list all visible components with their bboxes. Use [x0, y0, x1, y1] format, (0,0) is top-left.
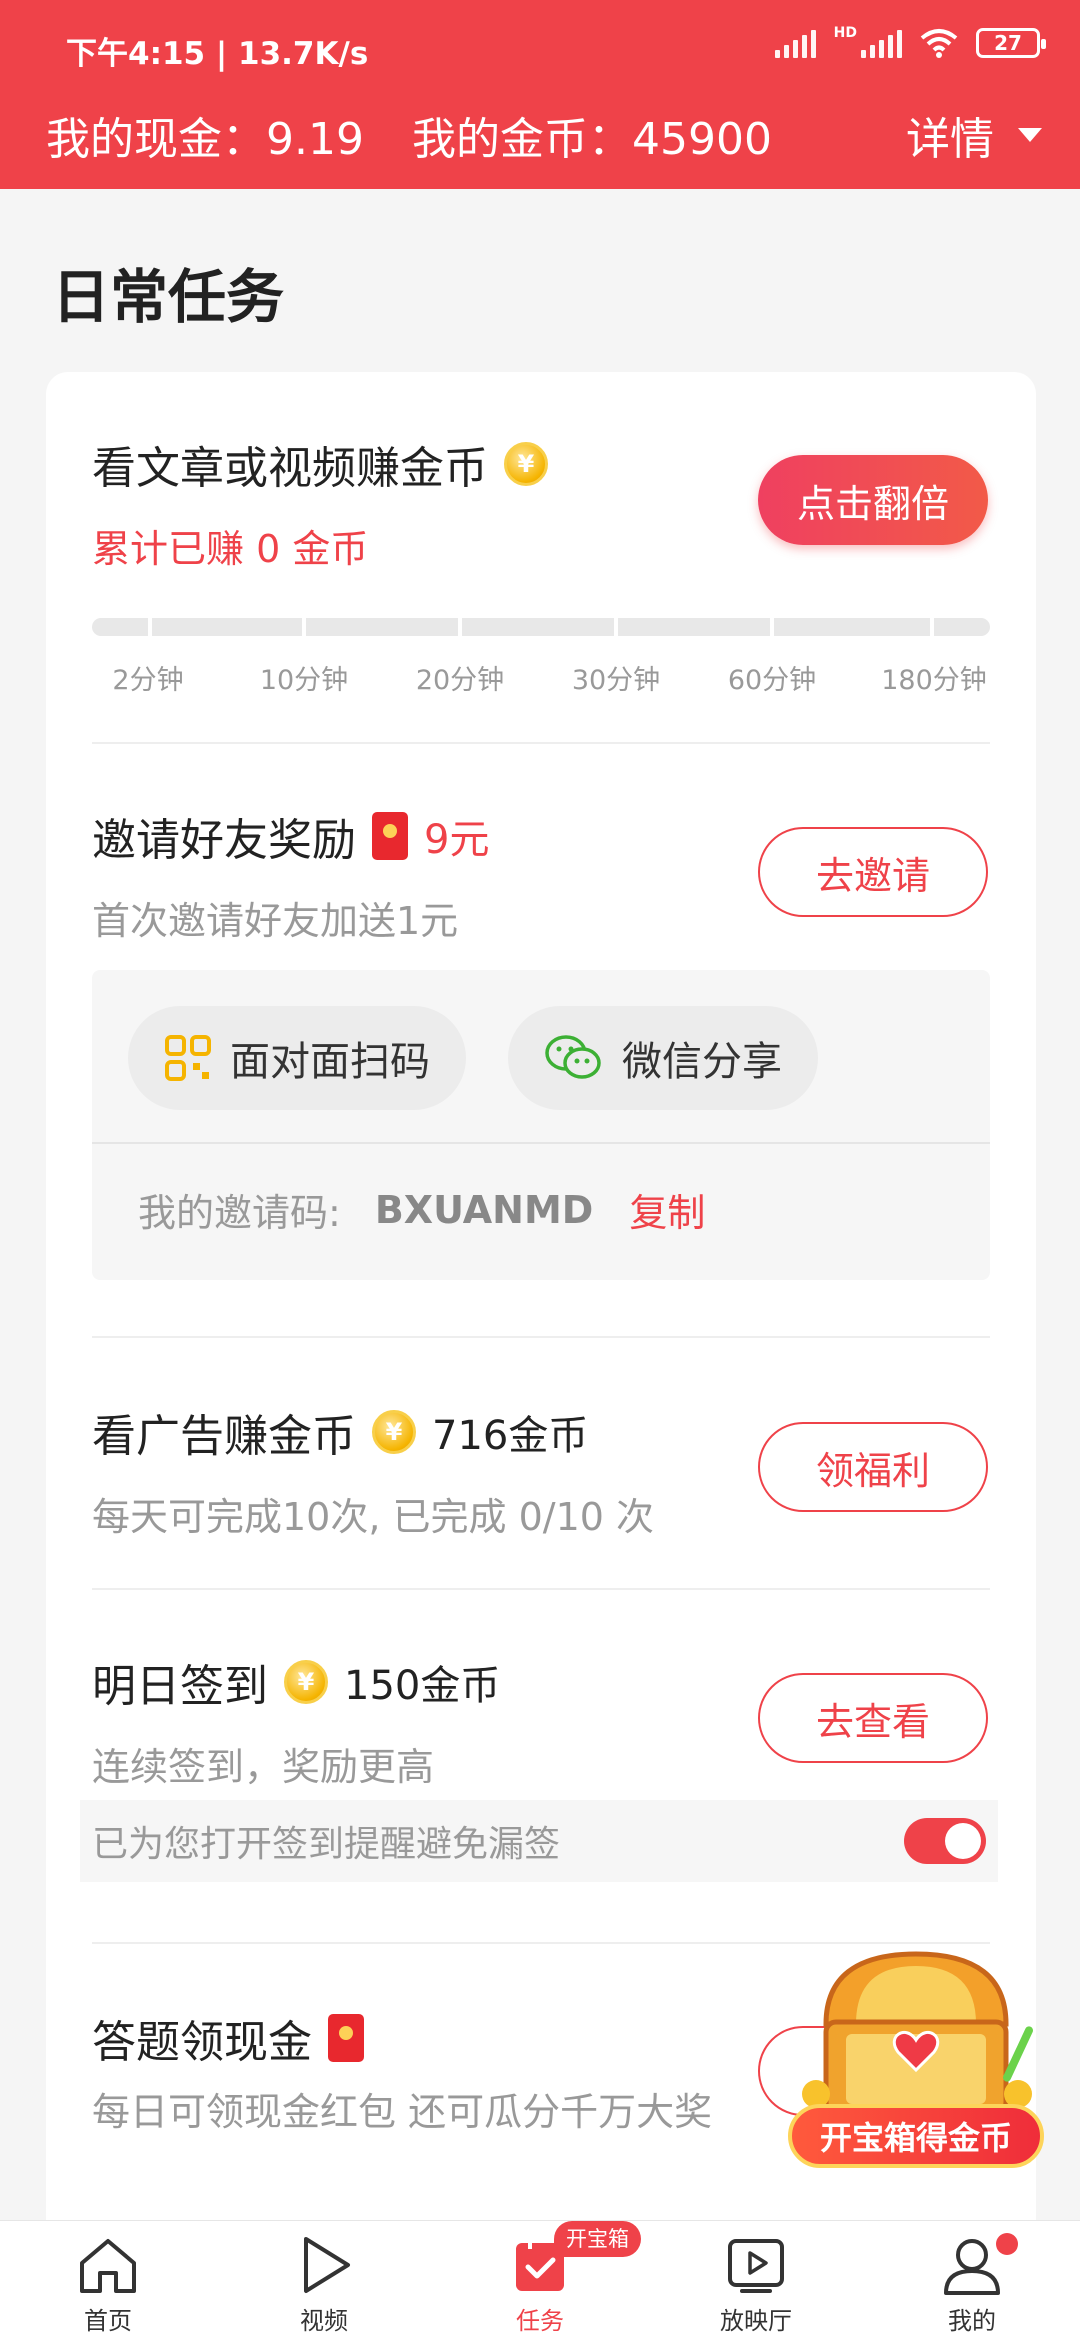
theater-icon: [728, 2239, 784, 2293]
progress-divider: [770, 618, 774, 636]
progress-divider: [614, 618, 618, 636]
ads-reward: 716金币: [432, 1413, 589, 1459]
nav-home-label: 首页: [84, 2307, 132, 2335]
wifi-icon: [920, 29, 958, 58]
progress-divider: [458, 618, 462, 636]
double-button[interactable]: 点击翻倍: [758, 455, 988, 545]
face-scan-button[interactable]: 面对面扫码: [128, 1006, 466, 1110]
reminder-toggle[interactable]: [904, 1818, 986, 1864]
divider: [92, 1142, 990, 1144]
view-button[interactable]: 去查看: [758, 1673, 988, 1763]
nav-video[interactable]: 视频: [216, 2221, 432, 2340]
coin-icon: ¥: [504, 442, 548, 486]
header-bar: 下午4:15 | 13.7K/s HD 27 我的现金：9.19 我的金币：45…: [0, 0, 1080, 189]
status-icons: HD 27: [774, 25, 1046, 58]
wechat-share-button[interactable]: 微信分享: [508, 1006, 818, 1110]
progress-ticks: 2分钟 10分钟 20分钟 30分钟 60分钟 180分钟: [92, 658, 990, 698]
invite-code-row: 我的邀请码: BXUANMD 复制: [138, 1182, 705, 1237]
battery-icon: 27: [976, 28, 1046, 58]
divider: [92, 1588, 990, 1590]
invite-reward: 9元: [424, 817, 490, 863]
task-quiz-subtitle: 每日可领现金红包 还可瓜分千万大奖: [92, 2090, 713, 2134]
red-packet-icon: [328, 2014, 364, 2062]
invite-button[interactable]: 去邀请: [758, 827, 988, 917]
progress-divider: [302, 618, 306, 636]
task-invite-title: 邀请好友奖励: [92, 815, 356, 866]
tick-label: 30分钟: [571, 665, 661, 696]
wechat-icon: [545, 1035, 601, 1079]
red-packet-icon: [372, 812, 408, 860]
nav-tasks[interactable]: 任务 开宝箱: [432, 2221, 648, 2340]
progress-divider: [148, 618, 152, 636]
nav-tasks-label: 任务: [516, 2307, 564, 2335]
divider: [92, 742, 990, 744]
signal-icon-2: [861, 28, 902, 58]
balance-row: 我的现金：9.19 我的金币：45900: [46, 103, 772, 167]
nav-profile[interactable]: 我的: [864, 2221, 1080, 2340]
nav-tasks-badge: 开宝箱: [554, 2221, 641, 2257]
nav-video-label: 视频: [300, 2307, 348, 2335]
task-signin-title: 明日签到: [92, 1661, 268, 1712]
copy-button[interactable]: 复制: [629, 1182, 705, 1237]
tick-label: 10分钟: [259, 665, 349, 696]
cash-balance: 我的现金：9.19: [46, 114, 364, 165]
task-quiz-title: 答题领现金: [92, 2017, 312, 2068]
task-quiz: 答题领现金 每日可领现金红包 还可瓜分千万大奖: [92, 2006, 732, 2134]
tick-label: 180分钟: [881, 665, 987, 696]
read-progress-bar: [92, 618, 990, 636]
invite-code: BXUANMD: [374, 1187, 594, 1232]
task-quiz-title-row: 答题领现金: [92, 2006, 732, 2070]
status-time: 下午4:15 | 13.7K/s: [66, 36, 369, 72]
tick-label: 20分钟: [415, 665, 505, 696]
nav-home[interactable]: 首页: [0, 2221, 216, 2340]
notification-dot: [996, 2233, 1018, 2255]
signal-icon: [774, 28, 816, 58]
signin-reminder-row: 已为您打开签到提醒避免漏签: [80, 1800, 998, 1882]
claim-benefit-button[interactable]: 领福利: [758, 1422, 988, 1512]
section-title: 日常任务: [52, 263, 285, 331]
qr-code-icon: [165, 1035, 211, 1081]
details-label: 详情: [906, 114, 994, 165]
details-button[interactable]: 详情: [906, 103, 1042, 167]
caret-down-icon: [1018, 128, 1042, 142]
nav-theater[interactable]: 放映厅: [648, 2221, 864, 2340]
nav-theater-label: 放映厅: [720, 2307, 792, 2335]
home-icon: [80, 2239, 136, 2293]
tick-label: 2分钟: [112, 665, 184, 696]
wechat-share-label: 微信分享: [622, 1039, 782, 1085]
play-icon: [304, 2237, 350, 2293]
signin-reminder-text: 已为您打开签到提醒避免漏签: [92, 1824, 561, 1865]
user-icon: [944, 2239, 1000, 2295]
face-scan-label: 面对面扫码: [230, 1039, 430, 1085]
chest-badge: 开宝箱得金币: [788, 2104, 1044, 2168]
task-ads-title: 看广告赚金币: [92, 1411, 356, 1462]
status-bar: 下午4:15 | 13.7K/s HD 27: [0, 0, 1080, 92]
coin-balance: 我的金币：45900: [411, 114, 772, 165]
task-read-title: 看文章或视频赚金币: [92, 443, 488, 494]
treasure-chest-widget[interactable]: 开宝箱得金币: [786, 1944, 1046, 2174]
hd-icon: HD: [833, 25, 857, 41]
treasure-chest-icon: [802, 1951, 1033, 2115]
bottom-nav: 首页 视频 任务 开宝箱 放映厅 我的: [0, 2220, 1080, 2340]
coin-icon: ¥: [372, 1410, 416, 1454]
signin-reward: 150金币: [344, 1663, 501, 1709]
nav-profile-label: 我的: [948, 2307, 996, 2335]
divider: [92, 1336, 990, 1338]
invite-code-label: 我的邀请码:: [138, 1191, 341, 1235]
coin-icon: ¥: [284, 1660, 328, 1704]
tick-label: 60分钟: [727, 665, 817, 696]
share-panel: 面对面扫码 微信分享 我的邀请码: BXUANMD 复制: [92, 970, 990, 1280]
progress-divider: [930, 618, 934, 636]
